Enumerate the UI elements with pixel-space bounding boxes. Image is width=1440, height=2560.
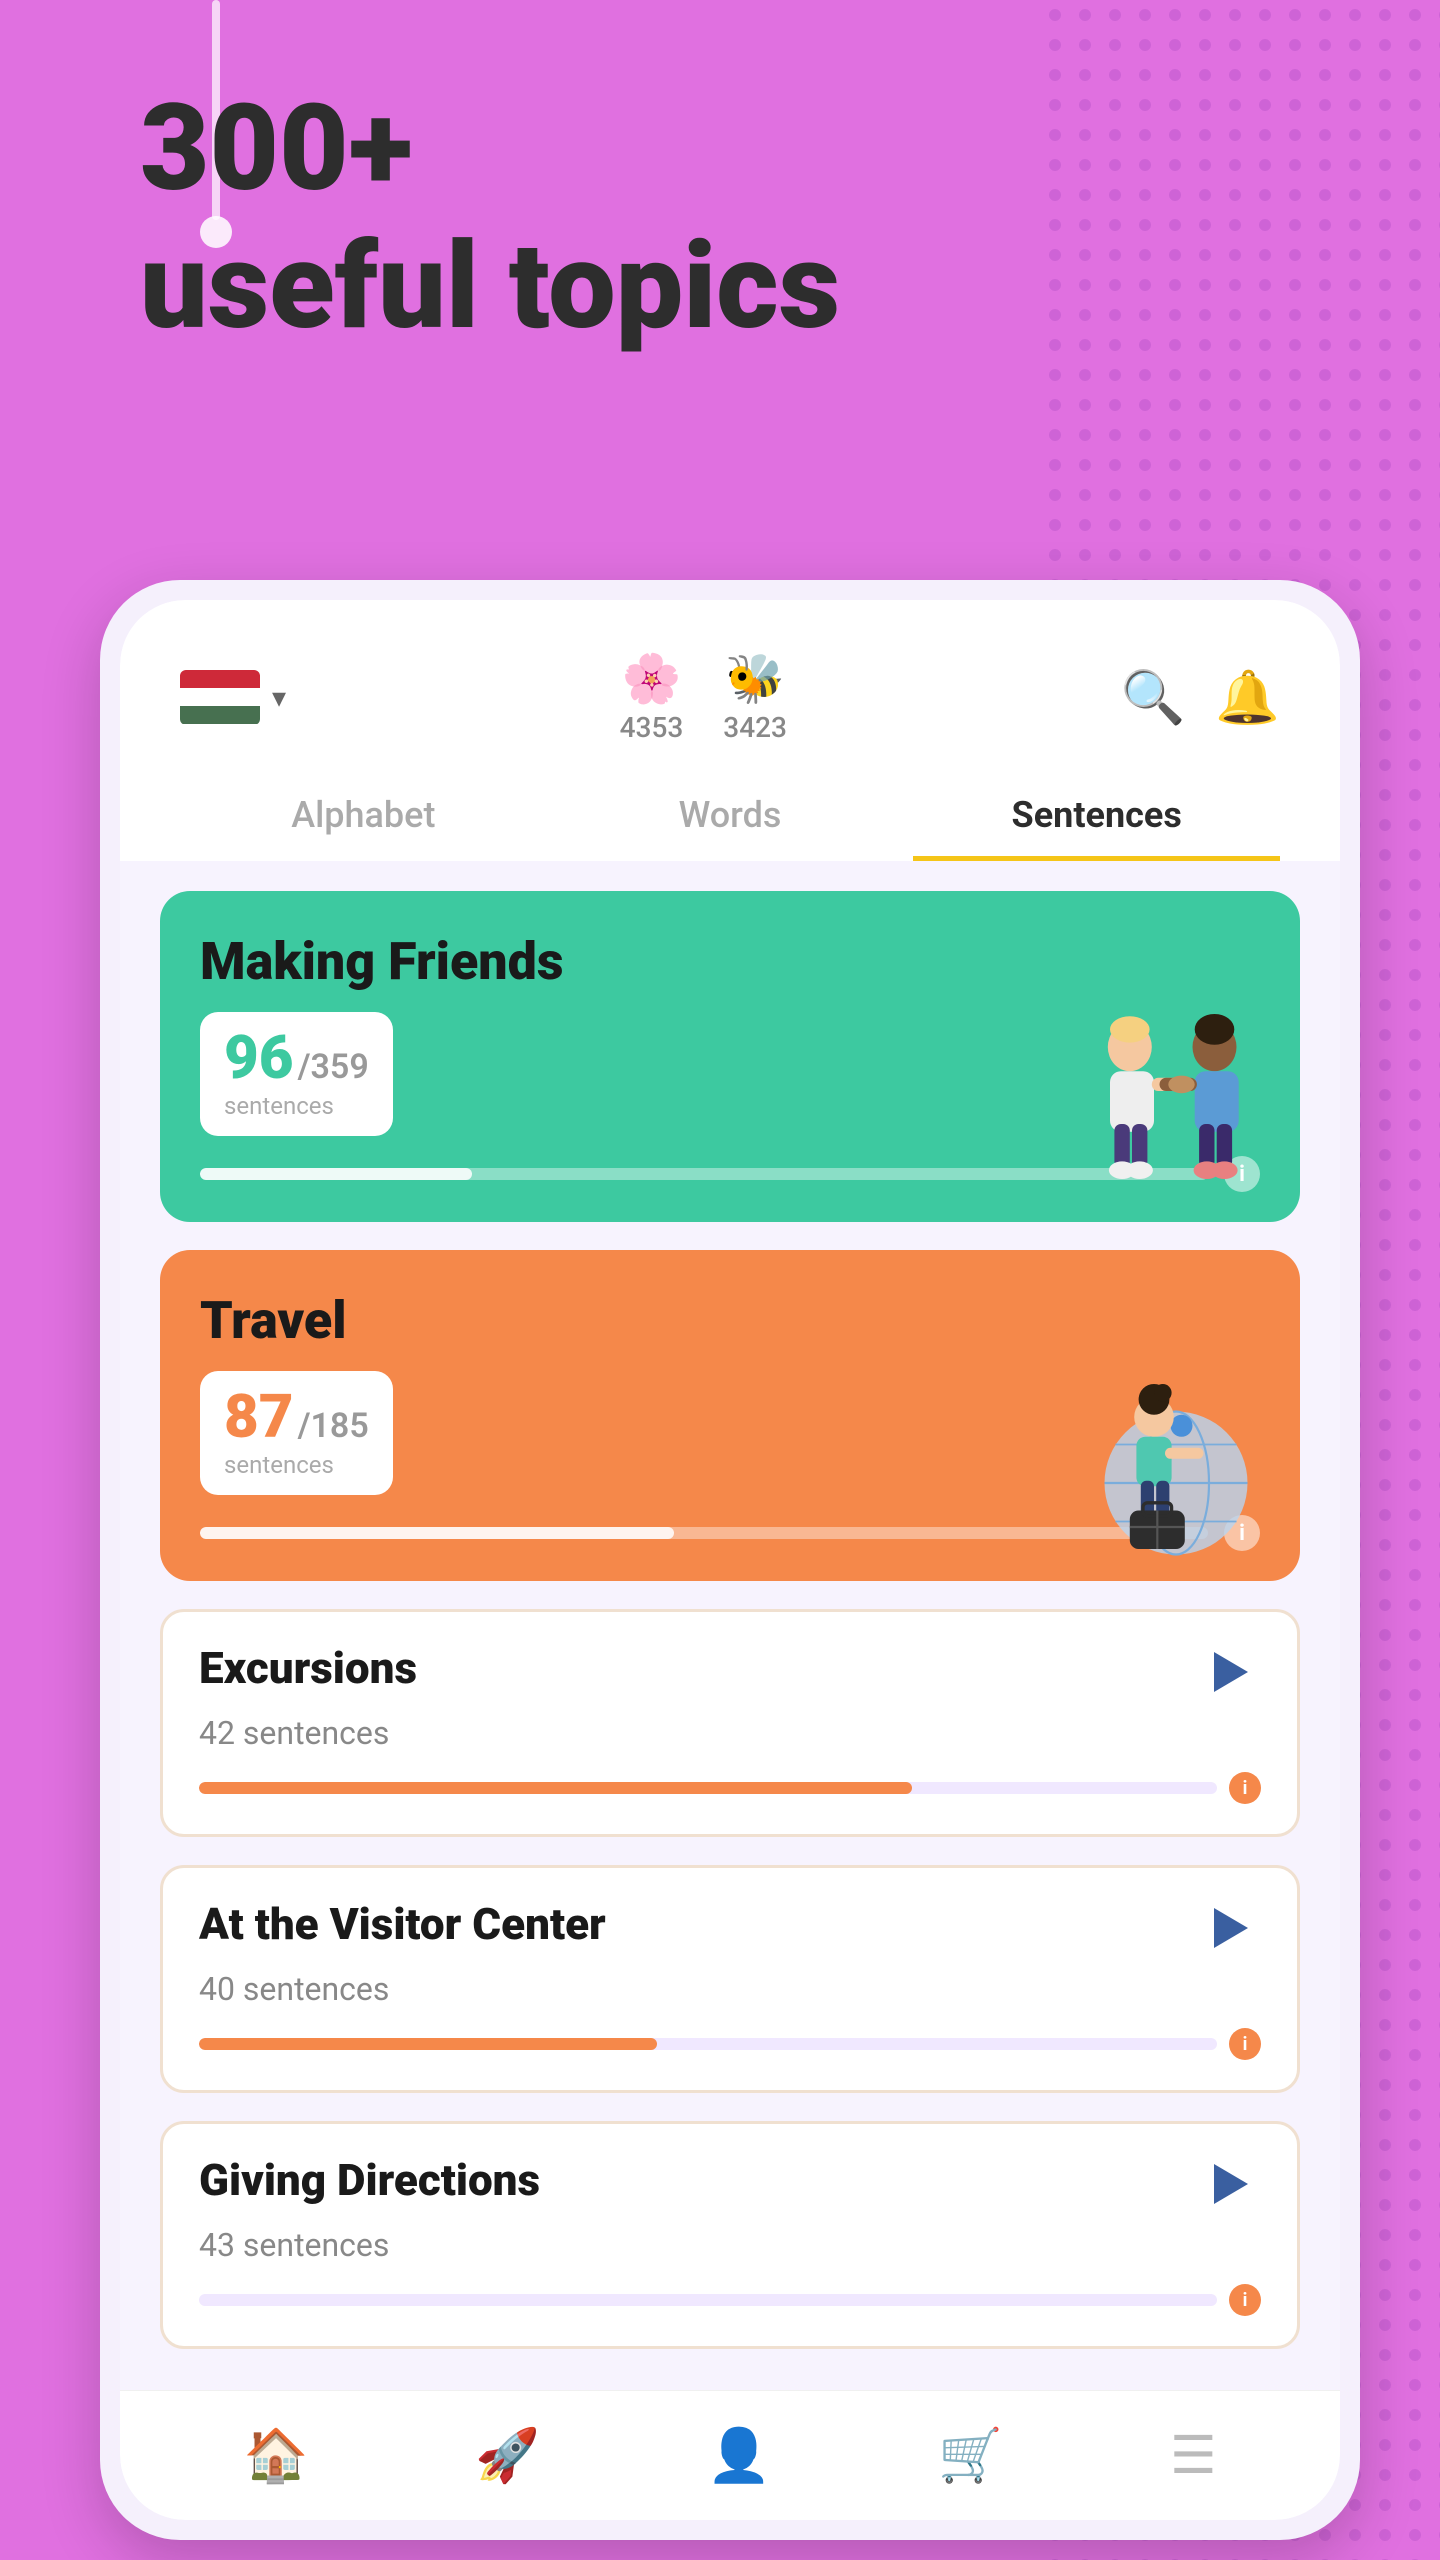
phone-content: ▾ 🌸 4353 🐝 3423 🔍 🔔 bbox=[120, 600, 1340, 2520]
profile-icon: 👤 bbox=[707, 2425, 772, 2486]
travel-total: /185 bbox=[298, 1406, 369, 1446]
phone-mockup: ▾ 🌸 4353 🐝 3423 🔍 🔔 bbox=[100, 580, 1360, 2540]
visitor-center-play-button[interactable] bbox=[1201, 1898, 1261, 1958]
nav-shop[interactable]: 🛒 bbox=[938, 2425, 1003, 2486]
excursions-sentences: 42 sentences bbox=[199, 1714, 1261, 1752]
flower-stat: 🌸 4353 bbox=[620, 650, 684, 744]
excursions-header: Excursions bbox=[199, 1642, 1261, 1702]
nav-home[interactable]: 🏠 bbox=[243, 2425, 308, 2486]
hero-section: 300+ useful topics bbox=[140, 80, 840, 356]
play-icon bbox=[1214, 1652, 1248, 1692]
giving-directions-progress-row: i bbox=[199, 2284, 1261, 2316]
tab-sentences[interactable]: Sentences bbox=[913, 779, 1280, 861]
app-header: ▾ 🌸 4353 🐝 3423 🔍 🔔 bbox=[120, 600, 1340, 764]
chevron-down-icon: ▾ bbox=[272, 681, 286, 714]
cart-icon: 🛒 bbox=[938, 2425, 1003, 2486]
making-friends-count: 96 bbox=[224, 1028, 294, 1088]
hero-title-line2: useful topics bbox=[140, 218, 840, 356]
bee-stat: 🐝 3423 bbox=[723, 650, 787, 744]
visitor-center-progress-fill bbox=[199, 2038, 657, 2050]
travel-count: 87 bbox=[224, 1387, 294, 1447]
excursions-info-icon[interactable]: i bbox=[1229, 1772, 1261, 1804]
visitor-center-header: At the Visitor Center bbox=[199, 1898, 1261, 1958]
bell-icon[interactable]: 🔔 bbox=[1215, 667, 1280, 728]
excursions-progress-row: i bbox=[199, 1772, 1261, 1804]
hero-title-line1: 300+ bbox=[140, 80, 840, 218]
giving-directions-header: Giving Directions bbox=[199, 2154, 1261, 2214]
visitor-center-progress-bg bbox=[199, 2038, 1217, 2050]
scroll-area: Making Friends 96 /359 sentences i bbox=[120, 861, 1340, 2390]
giving-directions-sentences: 43 sentences bbox=[199, 2226, 1261, 2264]
travel-label: sentences bbox=[224, 1451, 334, 1479]
bee-icon: 🐝 bbox=[725, 650, 785, 707]
travel-title: Travel bbox=[200, 1290, 1260, 1351]
flower-count: 4353 bbox=[620, 711, 684, 744]
excursions-title: Excursions bbox=[199, 1642, 417, 1694]
flower-icon: 🌸 bbox=[622, 650, 682, 707]
hungary-flag bbox=[180, 670, 260, 725]
giving-directions-progress-bg bbox=[199, 2294, 1217, 2306]
giving-directions-card[interactable]: Giving Directions 43 sentences i bbox=[160, 2121, 1300, 2349]
making-friends-illustration bbox=[1050, 992, 1280, 1212]
tab-alphabet[interactable]: Alphabet bbox=[180, 779, 547, 861]
bottom-nav: 🏠 🚀 👤 🛒 ☰ bbox=[120, 2390, 1340, 2520]
visitor-center-progress-row: i bbox=[199, 2028, 1261, 2060]
travel-stats-box: 87 /185 sentences bbox=[200, 1371, 393, 1495]
giving-directions-play-button[interactable] bbox=[1201, 2154, 1261, 2214]
excursions-progress-bg bbox=[199, 1782, 1217, 1794]
making-friends-card[interactable]: Making Friends 96 /359 sentences i bbox=[160, 891, 1300, 1222]
excursions-play-button[interactable] bbox=[1201, 1642, 1261, 1702]
nav-profile[interactable]: 👤 bbox=[707, 2425, 772, 2486]
making-friends-title: Making Friends bbox=[200, 931, 1260, 992]
visitor-center-card[interactable]: At the Visitor Center 40 sentences i bbox=[160, 1865, 1300, 2093]
travel-illustration bbox=[1050, 1351, 1280, 1571]
play-icon bbox=[1214, 1908, 1248, 1948]
play-icon bbox=[1214, 2164, 1248, 2204]
visitor-center-sentences: 40 sentences bbox=[199, 1970, 1261, 2008]
header-actions: 🔍 🔔 bbox=[1121, 667, 1281, 728]
nav-learn[interactable]: 🚀 bbox=[475, 2425, 540, 2486]
travel-card[interactable]: Travel 87 /185 sentences i bbox=[160, 1250, 1300, 1581]
tab-words[interactable]: Words bbox=[547, 779, 914, 861]
making-friends-stats-box: 96 /359 sentences bbox=[200, 1012, 393, 1136]
giving-directions-info-icon[interactable]: i bbox=[1229, 2284, 1261, 2316]
excursions-card[interactable]: Excursions 42 sentences i bbox=[160, 1609, 1300, 1837]
making-friends-progress-fill bbox=[200, 1168, 472, 1180]
visitor-center-info-icon[interactable]: i bbox=[1229, 2028, 1261, 2060]
search-icon[interactable]: 🔍 bbox=[1121, 667, 1186, 728]
menu-icon: ☰ bbox=[1170, 2425, 1217, 2486]
making-friends-total: /359 bbox=[298, 1047, 369, 1087]
excursions-progress-fill bbox=[199, 1782, 912, 1794]
nav-menu[interactable]: ☰ bbox=[1170, 2425, 1217, 2486]
nav-tabs: Alphabet Words Sentences bbox=[120, 764, 1340, 861]
giving-directions-title: Giving Directions bbox=[199, 2154, 540, 2206]
rocket-icon: 🚀 bbox=[475, 2425, 540, 2486]
making-friends-label: sentences bbox=[224, 1092, 334, 1120]
phone-inner: ▾ 🌸 4353 🐝 3423 🔍 🔔 bbox=[120, 600, 1340, 2520]
language-selector[interactable]: ▾ bbox=[180, 670, 286, 725]
header-stats: 🌸 4353 🐝 3423 bbox=[620, 650, 787, 744]
bee-count: 3423 bbox=[723, 711, 787, 744]
home-icon: 🏠 bbox=[243, 2425, 308, 2486]
visitor-center-title: At the Visitor Center bbox=[199, 1898, 606, 1950]
travel-progress-fill bbox=[200, 1527, 674, 1539]
